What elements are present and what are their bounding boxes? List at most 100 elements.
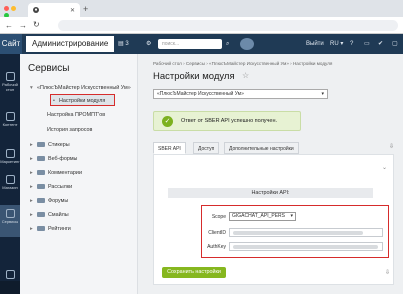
sidebar-item-module-label: «ПлюсЪМайстер Искусственный Ум»	[37, 85, 131, 91]
menu-services-label: Сервисы	[1, 219, 19, 224]
url-field[interactable]	[58, 20, 398, 31]
split-icon[interactable]: ▭	[364, 34, 370, 54]
search-icon[interactable]: ⌕	[226, 34, 229, 54]
menu-icon[interactable]: ▢	[392, 34, 398, 54]
address-bar-row: ← → ↻	[0, 17, 403, 34]
chevron-right-icon: ▸	[30, 184, 33, 190]
notifications-icon[interactable]: ▤ 3	[118, 34, 129, 54]
close-tab-icon[interactable]: ✕	[70, 7, 75, 14]
tab-access[interactable]: Доступ	[193, 142, 220, 154]
window-controls	[4, 6, 24, 18]
client-id-label: ClientID	[208, 230, 226, 236]
module-select[interactable]: «ПлюсЪМайстер Искусственный Ум» ▾	[153, 89, 328, 99]
avatar[interactable]	[240, 38, 254, 50]
sidebar-item-prompts[interactable]: Настройка ПРОМПТ'ов	[47, 109, 105, 121]
settings-icon[interactable]: ⚙	[146, 34, 151, 54]
sidebar-item-smiles[interactable]: ▸ Смайлы	[30, 209, 69, 221]
sidebar-item-comments[interactable]: ▸ Комментарии	[30, 167, 82, 179]
auth-key-field[interactable]	[229, 242, 383, 251]
star-icon[interactable]: ☆	[242, 71, 249, 80]
language-label: RU	[330, 41, 339, 47]
forward-icon[interactable]: →	[19, 21, 27, 30]
browser-chrome: ● ✕ + ← → ↻	[0, 0, 403, 34]
menu-services[interactable]: Сервисы	[0, 205, 20, 237]
sidebar-item-smiles-label: Смайлы	[48, 212, 69, 218]
scope-label: Scope	[211, 214, 226, 220]
chevron-right-icon: ▸	[30, 212, 33, 218]
chevron-right-icon: ▸	[30, 198, 33, 204]
api-fields-group: Scope GIGACHAT_API_PERS ▾ ClientID AuthK…	[201, 205, 389, 258]
scope-value: GIGACHAT_API_PERS	[232, 213, 285, 219]
chevron-down-icon: ▾	[30, 85, 33, 91]
tab-strip: ● ✕ +	[0, 0, 403, 18]
marketing-icon	[5, 149, 15, 158]
save-settings-button[interactable]: Сохранить настройки	[162, 267, 226, 278]
tab-sber-api[interactable]: SBER API	[153, 142, 186, 154]
marketplace-icon	[5, 270, 15, 279]
sidebar-item-stickers-label: Стикеры	[48, 142, 70, 148]
webforms-icon	[37, 156, 45, 162]
page-title: Настройки модуля	[153, 71, 235, 82]
menu-content-label: Контент	[2, 122, 18, 127]
back-icon[interactable]: ←	[5, 21, 13, 30]
module-select-value: «ПлюсЪМайстер Искусственный Ум»	[157, 91, 244, 97]
close-window-button[interactable]	[4, 6, 9, 11]
pin-bottom-icon[interactable]: ⇩	[385, 269, 390, 276]
desktop-icon	[5, 72, 15, 81]
language-select[interactable]: RU ▾	[330, 34, 343, 54]
menu-desktop[interactable]: Рабочий стол	[0, 72, 20, 92]
notifications-count: 3	[125, 41, 129, 47]
client-id-field[interactable]	[229, 228, 383, 237]
menu-shop-label: Магазин	[2, 185, 18, 190]
sidebar-item-stickers[interactable]: ▸ Стикеры	[30, 139, 70, 151]
stickers-icon	[37, 142, 45, 148]
ratings-icon	[37, 226, 45, 232]
scope-select[interactable]: GIGACHAT_API_PERS ▾	[229, 212, 296, 221]
logout-link[interactable]: Выйти	[306, 34, 324, 54]
chevron-right-icon: ▸	[30, 170, 33, 176]
edit-mode-corner[interactable]	[0, 281, 20, 294]
search-input[interactable]: поиск...	[158, 39, 222, 49]
reload-icon[interactable]: ↻	[33, 20, 40, 29]
sidebar-item-ratings[interactable]: ▸ Рейтинги	[30, 223, 71, 235]
menu-content[interactable]: Контент	[0, 112, 20, 127]
new-tab-icon[interactable]: +	[83, 4, 88, 14]
sidebar-item-forums-label: Форумы	[48, 198, 69, 204]
admin-button[interactable]: Администрирование	[26, 36, 115, 52]
collapse-icon[interactable]: ⌄	[382, 164, 387, 171]
sidebar-item-history[interactable]: История запросов	[47, 124, 92, 136]
sidebar-item-forums[interactable]: ▸ Форумы	[30, 195, 68, 207]
chevron-down-icon: ▾	[290, 213, 293, 219]
sidebar-item-mailing-label: Рассылки	[48, 184, 73, 190]
sidebar-item-module-settings[interactable]: Настройки модуля	[50, 94, 115, 107]
breadcrumb[interactable]: Рабочий стол › Сервисы › «ПлюсЪМайстер И…	[153, 61, 332, 66]
site-button[interactable]: Сайт	[0, 34, 22, 54]
success-notice-text: Ответ от SBER API успешно получен.	[181, 118, 278, 124]
minimize-window-button[interactable]	[11, 6, 16, 11]
chevron-right-icon: ▸	[30, 142, 33, 148]
check-icon: ✓	[162, 115, 173, 127]
admin-topbar: Сайт Администрирование ▤ 3 ⚙ поиск... ⌕ …	[0, 34, 403, 54]
sidebar-item-module[interactable]: ▾ «ПлюсЪМайстер Искусственный Ум»	[30, 82, 131, 94]
sidebar-item-webforms[interactable]: ▸ Веб-формы	[30, 153, 77, 165]
pin-icon[interactable]: ✔	[378, 34, 383, 54]
chevron-right-icon: ▸	[30, 226, 33, 232]
shop-icon	[5, 175, 15, 184]
favicon-icon: ●	[33, 7, 39, 13]
auth-key-blurred-value	[233, 245, 378, 249]
sidebar: Сервисы ▾ «ПлюсЪМайстер Искусственный Ум»…	[20, 54, 138, 294]
sidebar-item-webforms-label: Веб-формы	[48, 156, 78, 162]
comments-icon	[37, 170, 45, 176]
chevron-down-icon: ▾	[321, 91, 324, 97]
tab-additional[interactable]: Дополнительные настройки	[224, 142, 299, 154]
section-title: Настройки API:	[168, 188, 373, 198]
question-icon[interactable]: ?	[350, 34, 353, 54]
sidebar-title: Сервисы	[28, 63, 70, 74]
browser-tab[interactable]: ● ✕	[28, 3, 80, 17]
menu-marketing[interactable]: Маркетинг	[0, 149, 20, 164]
menu-shop[interactable]: Магазин	[0, 175, 20, 190]
sidebar-item-comments-label: Комментарии	[48, 170, 82, 176]
sidebar-item-ratings-label: Рейтинги	[48, 226, 71, 232]
pin-icon[interactable]: ⇩	[389, 143, 394, 150]
sidebar-item-mailing[interactable]: ▸ Рассылки	[30, 181, 72, 193]
